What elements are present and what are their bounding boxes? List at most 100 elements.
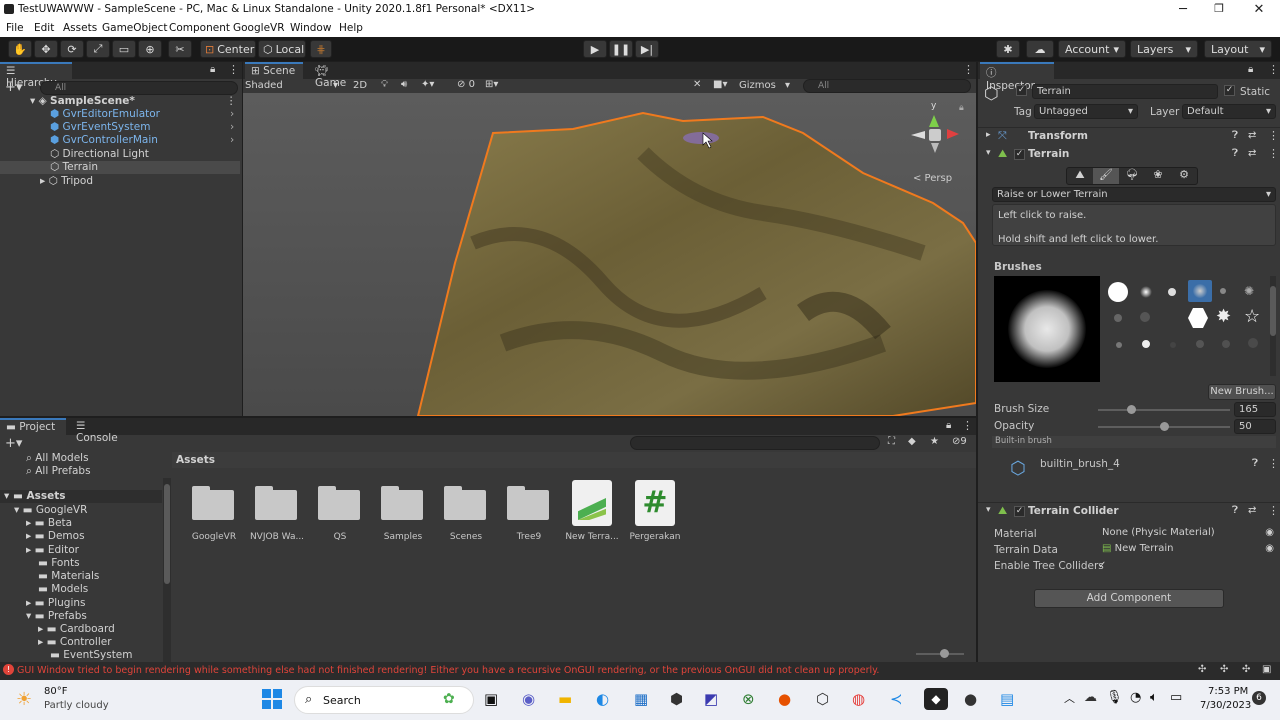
hierarchy-item[interactable]: ⬢ GvrControllerMain › <box>50 134 240 147</box>
progress-icon[interactable]: ✣ <box>1198 664 1206 675</box>
folder-tree-item[interactable]: ▸ ▬ Beta <box>26 517 72 530</box>
tools-icon[interactable]: ✕ <box>693 79 701 90</box>
2d-toggle[interactable]: 2D <box>353 80 367 91</box>
z-axis-cone[interactable] <box>911 131 925 139</box>
favorite-icon[interactable]: ★ <box>930 436 939 447</box>
project-search-input[interactable] <box>630 436 880 450</box>
hierarchy-item-selected[interactable]: ⬡ Terrain <box>0 161 240 174</box>
audio-icon[interactable]: 🔊︎ <box>401 79 407 90</box>
create-asset-icon[interactable]: +▾ <box>5 436 22 451</box>
filter-type-icon[interactable]: ⛶ <box>888 436 895 447</box>
brush-swatch[interactable]: ✸ <box>1216 306 1231 327</box>
paint-trees-icon[interactable]: 🌳︎ <box>1119 168 1145 184</box>
brush-swatch[interactable] <box>1170 342 1176 348</box>
tag-dropdown[interactable]: Untagged ▾ <box>1034 104 1138 119</box>
kebab-menu-icon[interactable]: ⋮ <box>963 63 974 76</box>
menu-file[interactable]: File <box>6 22 24 34</box>
help-icon[interactable]: ❓︎ <box>1232 148 1238 159</box>
cache-icon[interactable]: ✣ <box>1242 664 1250 675</box>
transform-tool-icon[interactable]: ⊕ <box>138 40 162 58</box>
y-axis-cone[interactable] <box>929 115 939 127</box>
brush-swatch[interactable]: ✺ <box>1244 284 1254 298</box>
status-message[interactable]: GUI Window tried to begin rendering whil… <box>17 665 1177 676</box>
menu-edit[interactable]: Edit <box>34 22 54 34</box>
kebab-menu-icon[interactable]: ⋮ <box>1268 129 1279 142</box>
lock-icon[interactable]: 🔒︎ <box>210 64 215 75</box>
folder-tree-item[interactable]: ▸ ▬ Editor <box>26 544 79 557</box>
breadcrumb-assets[interactable]: Assets <box>176 454 215 466</box>
filter-label-icon[interactable]: ◆ <box>908 436 916 447</box>
play-button[interactable]: ▶ <box>583 40 607 58</box>
brush-swatch[interactable] <box>1116 342 1122 348</box>
kebab-menu-icon[interactable]: ⋮ <box>228 63 239 76</box>
icon-size-slider-thumb[interactable] <box>940 649 949 658</box>
preset-icon[interactable]: ⇄ <box>1248 130 1256 141</box>
lock-icon[interactable]: 🔒︎ <box>946 420 951 431</box>
scene-gizmo[interactable]: y <box>907 101 967 171</box>
static-checkbox[interactable]: ✓ <box>1224 85 1235 96</box>
paint-brush-icon[interactable]: 🖌︎ <box>1093 168 1119 184</box>
pivot-center-button[interactable]: ⊡ Center <box>200 40 256 58</box>
taskbar-search[interactable]: ⌕ Search ✿ <box>294 686 474 714</box>
brush-swatch[interactable] <box>1168 288 1176 296</box>
debug-icon[interactable]: ✣ <box>1220 664 1228 675</box>
brush-swatch[interactable] <box>1108 282 1128 302</box>
shading-mode-dropdown[interactable]: Shaded ▾ <box>245 80 343 92</box>
account-dropdown[interactable]: Account ▾ <box>1058 40 1126 58</box>
tab-inspector[interactable]: ⓘ Inspector <box>980 62 1054 92</box>
collider-enabled-checkbox[interactable]: ✓ <box>1014 506 1025 517</box>
tree-colliders-checkbox[interactable]: ✓ <box>1098 560 1106 571</box>
gizmo-center[interactable] <box>929 129 941 141</box>
help-icon[interactable]: ❓︎ <box>1252 458 1258 469</box>
weather-icon[interactable]: ☀ <box>16 689 32 710</box>
x-axis-cone[interactable] <box>947 129 959 139</box>
assets-root-item[interactable]: ▾ ▬ Assets <box>0 490 162 503</box>
grid-icon[interactable]: ⊞▾ <box>485 79 498 90</box>
task-view-icon[interactable]: ▣ <box>484 690 498 708</box>
effects-icon[interactable]: ✦▾ <box>421 79 434 90</box>
cloud-icon[interactable]: ☁ <box>1026 40 1054 58</box>
brush-swatch[interactable] <box>1222 340 1230 348</box>
maximize-icon[interactable]: ❐ <box>1206 2 1232 15</box>
unity-editor-icon[interactable]: ◆ <box>924 688 948 710</box>
folder-tree-item[interactable]: ▬ Models <box>38 583 88 596</box>
material-field[interactable]: None (Physic Material) ◉ <box>1098 526 1276 541</box>
camera-icon[interactable]: ■▾ <box>713 79 727 90</box>
scene-viewport[interactable]: y < Persp 🔒︎ <box>243 93 976 416</box>
firefox-icon[interactable]: ● <box>778 690 791 708</box>
object-picker-icon[interactable]: ◉ <box>1265 542 1274 555</box>
grid-snap-icon[interactable]: ⋕ <box>310 40 332 58</box>
brush-swatch[interactable] <box>1142 340 1150 348</box>
chat-icon[interactable]: ◉ <box>522 690 535 708</box>
asset-item[interactable]: Tree9 <box>497 478 561 548</box>
clock-time[interactable]: 7:53 PM <box>1208 686 1248 697</box>
folder-tree-item[interactable]: ▬ EventSystem <box>50 649 133 662</box>
terrain-component-header[interactable]: ▾ ⛰ ✓ Terrain ❓︎ ⇄ ⋮ <box>978 147 1280 164</box>
pause-button[interactable]: ❚❚ <box>609 40 633 58</box>
add-object-icon[interactable]: +▾ <box>5 80 22 95</box>
paint-details-icon[interactable]: ❀ <box>1145 168 1171 184</box>
scrollbar-thumb[interactable] <box>1270 286 1276 336</box>
lock-icon[interactable]: 🔒︎ <box>959 103 964 113</box>
custom-tool-icon[interactable]: ✂ <box>168 40 192 58</box>
tool-mode-dropdown[interactable]: Raise or Lower Terrain ▾ <box>992 187 1276 202</box>
folder-tree-item[interactable]: ▬ Fonts <box>38 557 80 570</box>
terrain-enabled-checkbox[interactable]: ✓ <box>1014 149 1025 160</box>
menu-component[interactable]: Component <box>169 22 230 34</box>
github-icon[interactable]: ● <box>964 690 977 708</box>
lighting-icon[interactable]: 💡︎ <box>381 79 388 90</box>
brush-swatch[interactable] <box>1140 286 1152 298</box>
edge-icon[interactable]: ◐ <box>596 690 609 708</box>
menu-googlevr[interactable]: GoogleVR <box>233 22 285 34</box>
windows-start-icon[interactable] <box>262 689 282 709</box>
menu-gameobject[interactable]: GameObject <box>102 22 167 34</box>
hierarchy-search-input[interactable]: All <box>40 81 238 95</box>
lock-icon[interactable]: 🔒︎ <box>1248 64 1253 75</box>
step-button[interactable]: ▶| <box>635 40 659 58</box>
onedrive-icon[interactable]: ☁ <box>1084 690 1097 705</box>
unity-hub-icon[interactable]: ⬢ <box>670 690 683 708</box>
hidden-packages-toggle[interactable]: ⊘9 <box>952 436 967 447</box>
asset-item[interactable]: NVJOB Wa... <box>245 478 309 548</box>
add-component-button[interactable]: Add Component <box>1034 589 1224 608</box>
favorite-item[interactable]: ⌕ All Models <box>26 452 89 465</box>
